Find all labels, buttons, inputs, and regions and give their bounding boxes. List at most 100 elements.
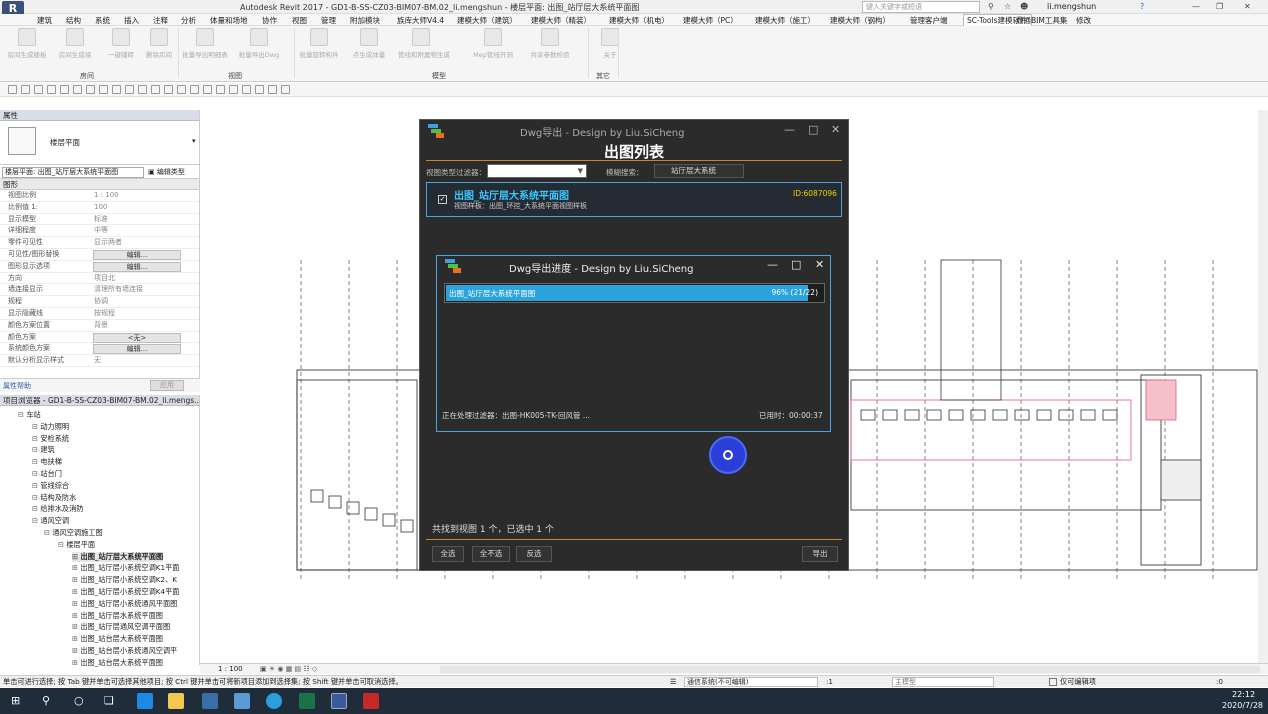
help-icon[interactable]: ?	[1140, 2, 1144, 11]
property-edit-button[interactable]: 编辑...	[93, 261, 181, 272]
design-option-select[interactable]: 主模型	[892, 677, 994, 687]
star-icon[interactable]: ☆	[1004, 2, 1011, 11]
view-controls-icons[interactable]: ▣ ☀ ◉ ▦ ▤ ☷ ◇	[260, 665, 317, 673]
ribbon-button[interactable]: 批量导出Dwg	[236, 28, 282, 68]
property-value[interactable]: 背景	[94, 320, 108, 331]
view-list-item[interactable]: ✓ 出图_站厅层大系统平面图 视图样板：出图_环控_大系统平面视图样板 ID:6…	[426, 182, 842, 217]
maximize-icon[interactable]: □	[808, 123, 818, 136]
browser-tree-item[interactable]: ⊟ 安检系统	[32, 434, 69, 444]
close-icon[interactable]: ✕	[815, 258, 824, 271]
property-value[interactable]: 按规程	[94, 308, 115, 319]
menu-item[interactable]: 建模大师（机电）	[609, 15, 669, 26]
ribbon-button[interactable]: 点生成体量	[346, 28, 392, 68]
property-edit-button[interactable]: 编辑...	[93, 249, 181, 260]
browser-tree-item[interactable]: ⊞ 出图_站厅层小系统通风平面图	[72, 599, 177, 609]
toolbar-icon[interactable]	[216, 85, 225, 94]
menu-item[interactable]: 建模大师（建筑）	[457, 15, 517, 26]
menu-item[interactable]: 建模大师（钢构）	[830, 15, 890, 26]
export-button[interactable]: 导出	[802, 546, 838, 562]
browser-tree-item[interactable]: ⊞ 出图_站台层小系统通风空调平	[72, 646, 177, 656]
browser-tree-item[interactable]: ⊞ 出图_站厅层水系统平面图	[72, 611, 163, 621]
close-icon[interactable]: ✕	[831, 123, 840, 136]
browser-tree-item[interactable]: ⊟ 建筑	[32, 445, 55, 455]
editable-only-checkbox[interactable]	[1049, 678, 1057, 686]
toolbar-icon[interactable]	[255, 85, 264, 94]
maximize-icon[interactable]: □	[791, 258, 801, 271]
chevron-down-icon[interactable]: ▾	[192, 137, 196, 145]
ribbon-button[interactable]: 房间生成楼板	[4, 28, 50, 68]
toolbar-icon[interactable]	[203, 85, 212, 94]
property-value[interactable]: 标准	[94, 214, 108, 225]
menu-item[interactable]: 建模大师（PC）	[683, 15, 738, 26]
view-selector[interactable]: 楼层平面: 出图_站厅层大系统平面图	[2, 167, 144, 178]
property-value[interactable]: 协调	[94, 296, 108, 307]
windows-start-icon[interactable]: ⊞	[11, 694, 20, 707]
minimize-icon[interactable]: —	[767, 258, 778, 271]
ribbon-button[interactable]: 关于	[590, 28, 630, 68]
browser-tree-item[interactable]: ⊞ 出图_站厅层小系统空调K1平面	[72, 563, 179, 573]
toolbar-icon[interactable]	[73, 85, 82, 94]
mail-icon[interactable]	[234, 693, 250, 709]
invert-selection-button[interactable]: 反选	[516, 546, 552, 562]
browser-tree-item[interactable]: ⊟ 车站	[18, 410, 41, 420]
cortana-icon[interactable]: ○	[74, 694, 84, 707]
menu-item[interactable]: 体量和场地	[210, 15, 248, 26]
menu-item[interactable]: 结构	[66, 15, 81, 26]
property-edit-button[interactable]: 编辑...	[93, 344, 181, 355]
browser-tree-item[interactable]: ⊟ 电扶梯	[32, 457, 62, 467]
browser-tree-item[interactable]: ⊟ 结构及防水	[32, 493, 76, 503]
view-type-filter-select[interactable]: ▼	[487, 164, 587, 178]
user-name[interactable]: li.mengshun	[1047, 2, 1096, 11]
ribbon-button[interactable]: 删除房间	[136, 28, 182, 68]
workset-select[interactable]: 通信系统(不可编辑)	[684, 677, 818, 687]
close-icon[interactable]: ✕	[1244, 2, 1251, 11]
minimize-icon[interactable]: —	[1192, 2, 1200, 11]
excel-icon[interactable]	[299, 693, 315, 709]
menu-item[interactable]: 视图	[292, 15, 307, 26]
restore-icon[interactable]: ❐	[1216, 2, 1223, 11]
menu-item[interactable]: 管理	[321, 15, 336, 26]
ribbon-button[interactable]: 共享参数检验	[530, 28, 570, 68]
property-value[interactable]: 100	[94, 202, 107, 213]
view-scale[interactable]: 1 : 100	[218, 665, 243, 673]
menu-item[interactable]: 族库大师V4.4	[397, 15, 444, 26]
user-icon[interactable]: ☻	[1020, 2, 1028, 11]
item-checkbox[interactable]: ✓	[438, 195, 447, 204]
fuzzy-search-input[interactable]: 站厅层大系统	[654, 164, 744, 178]
search-icon[interactable]: ⚲	[42, 694, 50, 707]
property-value[interactable]: 清理所有墙连接	[94, 284, 143, 295]
menu-item[interactable]: 协作	[262, 15, 277, 26]
browser-tree-item[interactable]: ⊞ 出图_站厅层小系统空调K2、K	[72, 575, 177, 585]
menu-item[interactable]: 分析	[181, 15, 196, 26]
ribbon-button[interactable]: Mep管线开洞	[470, 28, 516, 68]
apply-button[interactable]: 应用	[150, 380, 184, 391]
property-edit-button[interactable]: <无>	[93, 332, 181, 343]
menu-item[interactable]: 附加模块	[350, 15, 380, 26]
toolbar-icon[interactable]	[177, 85, 186, 94]
menu-item[interactable]: 建模大师（施工）	[755, 15, 815, 26]
toolbar-icon[interactable]	[190, 85, 199, 94]
toolbar-icon[interactable]	[138, 85, 147, 94]
toolbar-icon[interactable]	[164, 85, 173, 94]
search-input[interactable]: 键入关键字或短语	[862, 1, 980, 13]
autocad-icon[interactable]	[363, 693, 379, 709]
file-explorer-icon[interactable]	[168, 693, 184, 709]
toolbar-icon[interactable]	[281, 85, 290, 94]
property-value[interactable]: 项目北	[94, 273, 115, 284]
ribbon-button[interactable]: 房间生成墙	[52, 28, 98, 68]
menu-item[interactable]: 建筑	[37, 15, 52, 26]
toolbar-icon[interactable]	[21, 85, 30, 94]
browser-tree-item[interactable]: ⊟ 动力照明	[32, 422, 69, 432]
property-value[interactable]: 中等	[94, 225, 108, 236]
task-view-icon[interactable]: ❏	[104, 694, 114, 707]
property-value[interactable]: 显示两者	[94, 237, 122, 248]
horizontal-scrollbar[interactable]	[440, 666, 1260, 673]
minimize-icon[interactable]: —	[784, 123, 795, 136]
browser-tree-item[interactable]: ⊞ 出图_站厅层小系统空调K4平面	[72, 587, 179, 597]
type-selector[interactable]: 楼层平面 ▾	[0, 121, 199, 165]
property-value[interactable]: 1 : 100	[94, 190, 119, 201]
toolbar-icon[interactable]	[86, 85, 95, 94]
browser-tree-item[interactable]: ⊟ 通风空调施工图	[44, 528, 103, 538]
menu-item[interactable]: 建模大师（精装）	[531, 15, 591, 26]
toolbar-icon[interactable]	[99, 85, 108, 94]
